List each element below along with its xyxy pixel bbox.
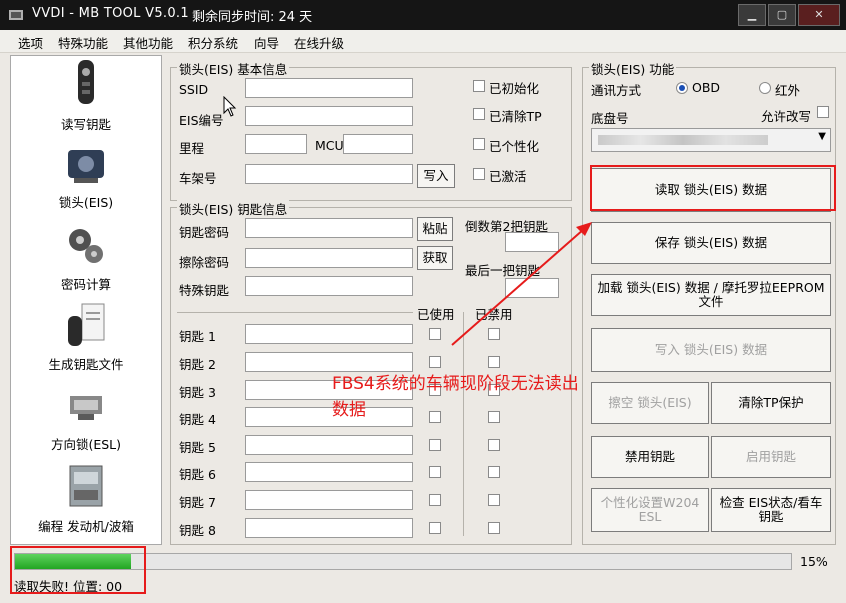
menu-other-functions[interactable]: 其他功能 xyxy=(123,33,173,52)
menu-options[interactable]: 选项 xyxy=(18,33,43,52)
status-highlight xyxy=(10,546,146,594)
menu-online-upgrade[interactable]: 在线升级 xyxy=(294,33,344,52)
sync-time-text: 剩余同步时间: 24 天 xyxy=(192,10,313,25)
app-logo-icon xyxy=(9,10,23,20)
annotation-line: FBS4系统的车辆现阶段无法读出 xyxy=(332,374,579,394)
annotation-text: FBS4系统的车辆现阶段无法读出 数据 xyxy=(332,371,579,423)
close-button[interactable]: ✕ xyxy=(798,4,840,26)
app-window: VVDI - MB TOOL V5.0.1 剩余同步时间: 24 天 ▁ ▢ ✕… xyxy=(0,0,846,603)
title-bar: VVDI - MB TOOL V5.0.1 剩余同步时间: 24 天 ▁ ▢ ✕ xyxy=(0,0,846,30)
menu-points-system[interactable]: 积分系统 xyxy=(188,33,238,52)
progress-percent: 15% xyxy=(800,554,828,569)
maximize-button[interactable]: ▢ xyxy=(768,4,796,26)
annotation-line: 数据 xyxy=(332,400,366,420)
main-content: 读写钥匙 锁头(EIS) 密码计算 生成钥匙文件 方向锁(ESL) 编程 发动机… xyxy=(10,55,836,545)
minimize-button[interactable]: ▁ xyxy=(738,4,766,26)
menu-wizard[interactable]: 向导 xyxy=(254,33,279,52)
annotation-arrow xyxy=(451,222,592,346)
menu-special-functions[interactable]: 特殊功能 xyxy=(58,33,108,52)
window-title: VVDI - MB TOOL V5.0.1 xyxy=(32,6,189,21)
menu-bar: 选项 特殊功能 其他功能 积分系统 向导 在线升级 xyxy=(0,30,846,53)
